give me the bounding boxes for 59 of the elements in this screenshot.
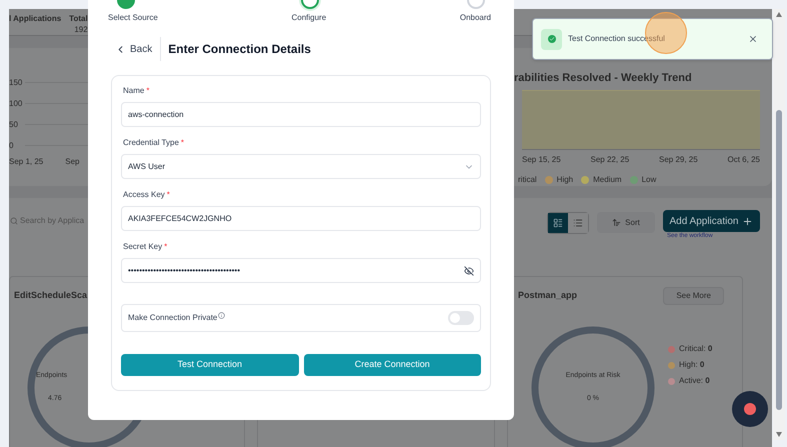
- field-label: Secret Key: [123, 241, 162, 253]
- legend-label: High: [556, 174, 574, 186]
- see-more-button[interactable]: See More: [663, 287, 724, 305]
- axis-tick-label: 150: [9, 76, 21, 88]
- stat-text: High: 0: [679, 359, 704, 371]
- required-mark: *: [180, 137, 184, 149]
- stat-value: 192: [74, 24, 88, 35]
- sort-button[interactable]: Sort: [597, 212, 655, 233]
- axis-tick-label: 50: [9, 118, 19, 130]
- private-switch[interactable]: [448, 311, 474, 325]
- add-application-button[interactable]: Add Application: [663, 210, 760, 232]
- input-field[interactable]: aws-connection: [121, 102, 481, 127]
- axis-tick-label: 100: [9, 98, 21, 110]
- scroll-down-icon[interactable]: [776, 432, 782, 437]
- required-mark: *: [146, 85, 150, 97]
- stat-text: Active: 0: [679, 375, 710, 387]
- eye-off-icon: [464, 266, 474, 276]
- axis-tick-label: 0: [9, 140, 14, 152]
- axis-label: Sep 15, 25: [522, 154, 561, 166]
- axis-label: Sep: [65, 156, 80, 168]
- field-label: Credential Type: [123, 137, 179, 149]
- scrollbar-thumb[interactable]: [776, 110, 782, 410]
- legend-label: Low: [642, 174, 656, 186]
- axis-label: Oct 6, 25: [728, 154, 760, 166]
- step-label: Configure: [291, 12, 326, 24]
- legend-label: ritical: [518, 174, 537, 186]
- info-icon: [218, 312, 226, 319]
- toggle-label: Make Connection Private: [128, 312, 218, 324]
- select-field[interactable]: AWS User: [121, 154, 481, 179]
- card-title: Postman_app: [518, 289, 578, 302]
- list-icon: [573, 218, 583, 228]
- stat-label: l Applications: [9, 13, 62, 24]
- field-label: Name: [123, 85, 144, 97]
- dialog-title: Enter Connection Details: [168, 41, 311, 58]
- chart-title: rabilities Resolved - Weekly Trend: [514, 71, 692, 86]
- scroll-up-icon[interactable]: [776, 12, 782, 17]
- plus-icon: [742, 216, 754, 226]
- required-mark: *: [164, 241, 168, 253]
- required-mark: *: [166, 189, 170, 201]
- check-circle-icon: [548, 35, 556, 43]
- step-label: Select Source: [108, 12, 158, 24]
- axis-label: Sep 1, 25: [9, 156, 44, 168]
- sort-icon: [612, 218, 622, 227]
- close-icon[interactable]: [748, 34, 758, 44]
- search-icon: [10, 217, 18, 225]
- back-button[interactable]: Back: [115, 42, 160, 56]
- axis-label: Sep 22, 25: [590, 154, 630, 166]
- field-label: Access Key: [123, 189, 165, 201]
- stat-text: Critical: 0: [679, 343, 712, 355]
- axis-label: Sep 29, 25: [659, 154, 698, 166]
- view-toggle[interactable]: [548, 213, 568, 233]
- grid-icon: [553, 218, 563, 228]
- card-title: EditScheduleSca: [14, 289, 88, 302]
- input-field[interactable]: ••••••••••••••••••••••••••••••••••••••••: [121, 258, 481, 283]
- step-label: Onboard: [460, 12, 491, 24]
- legend-label: Medium: [593, 174, 622, 186]
- toast-message: Test Connection successful: [568, 33, 666, 45]
- input-field[interactable]: AKIA3FEFCE54CW2JGNHO: [121, 206, 481, 231]
- stat-label: Total: [69, 13, 88, 24]
